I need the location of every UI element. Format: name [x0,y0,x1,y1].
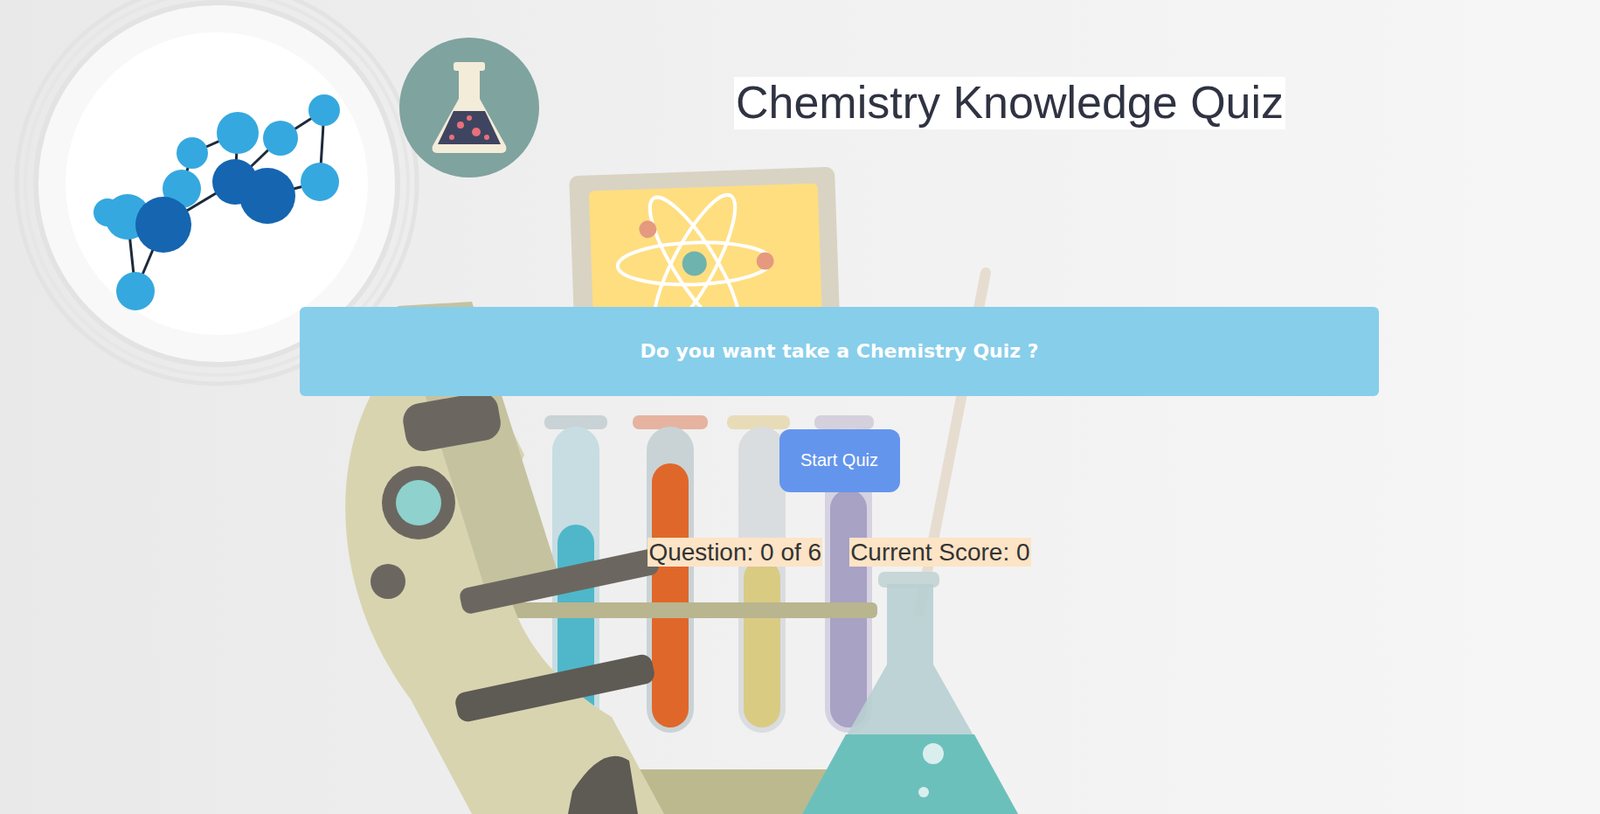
quiz-banner: Do you want take a Chemistry Quiz ? [299,306,1379,396]
banner-question: Do you want take a Chemistry Quiz ? [639,339,1039,362]
start-quiz-button[interactable]: Start Quiz [779,429,901,492]
quiz-page: Chemistry Knowledge Quiz Do you want take… [0,0,1600,814]
flask-icon [399,37,540,178]
quiz-title: Chemistry Knowledge Quiz [734,76,1286,130]
question-progress: Question: 0 of 6 [647,537,823,568]
current-score: Current Score: 0 [849,537,1031,568]
header: Chemistry Knowledge Quiz [0,0,1600,130]
status-row: Question: 0 of 6 Current Score: 0 [647,537,1031,568]
quiz-panel: Do you want take a Chemistry Quiz ? Start… [0,306,1600,568]
